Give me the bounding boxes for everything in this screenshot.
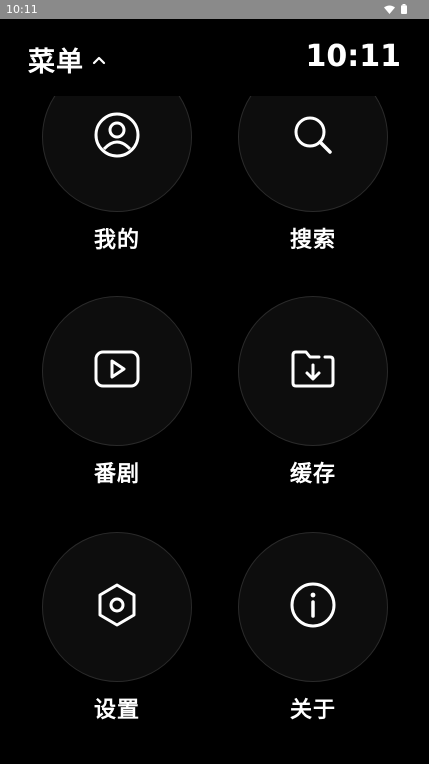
menu-item-circle[interactable] bbox=[42, 532, 192, 682]
chevron-up-icon bbox=[92, 50, 106, 69]
menu-item-label: 我的 bbox=[93, 228, 140, 253]
folder-download-icon bbox=[289, 345, 337, 397]
menu-item-anime[interactable]: 番剧 bbox=[42, 296, 192, 487]
battery-icon bbox=[401, 4, 407, 14]
menu-item-circle[interactable] bbox=[42, 96, 192, 212]
menu-header[interactable]: 菜单 bbox=[28, 40, 106, 79]
status-time: 10:11 bbox=[6, 3, 38, 16]
menu-item-circle[interactable] bbox=[238, 532, 388, 682]
menu-item-about[interactable]: 关于 bbox=[238, 532, 388, 723]
play-icon bbox=[93, 345, 141, 397]
info-icon bbox=[289, 581, 337, 633]
menu-item-settings[interactable]: 设置 bbox=[42, 532, 192, 723]
page-title: 菜单 bbox=[28, 47, 84, 78]
menu-item-label: 关于 bbox=[289, 698, 336, 723]
menu-item-cache[interactable]: 缓存 bbox=[238, 296, 388, 487]
settings-hexagon-icon bbox=[93, 581, 141, 633]
menu-item-circle[interactable] bbox=[238, 96, 388, 212]
menu-item-mine[interactable]: 我的 bbox=[42, 96, 192, 253]
menu-item-search[interactable]: 搜索 bbox=[238, 96, 388, 253]
menu-item-circle[interactable] bbox=[238, 296, 388, 446]
menu-item-label: 搜索 bbox=[289, 228, 336, 253]
search-icon bbox=[289, 111, 337, 163]
wifi-icon bbox=[384, 5, 395, 14]
clock: 10:11 bbox=[305, 39, 402, 74]
user-icon bbox=[93, 111, 141, 163]
menu-item-label: 缓存 bbox=[289, 462, 336, 487]
menu-item-circle[interactable] bbox=[42, 296, 192, 446]
menu-item-label: 设置 bbox=[93, 698, 140, 723]
menu-item-label: 番剧 bbox=[93, 462, 140, 487]
status-bar: 10:11 bbox=[0, 0, 429, 19]
menu-grid: 我的 搜索 番剧 缓存 设置 关于 bbox=[0, 96, 429, 764]
